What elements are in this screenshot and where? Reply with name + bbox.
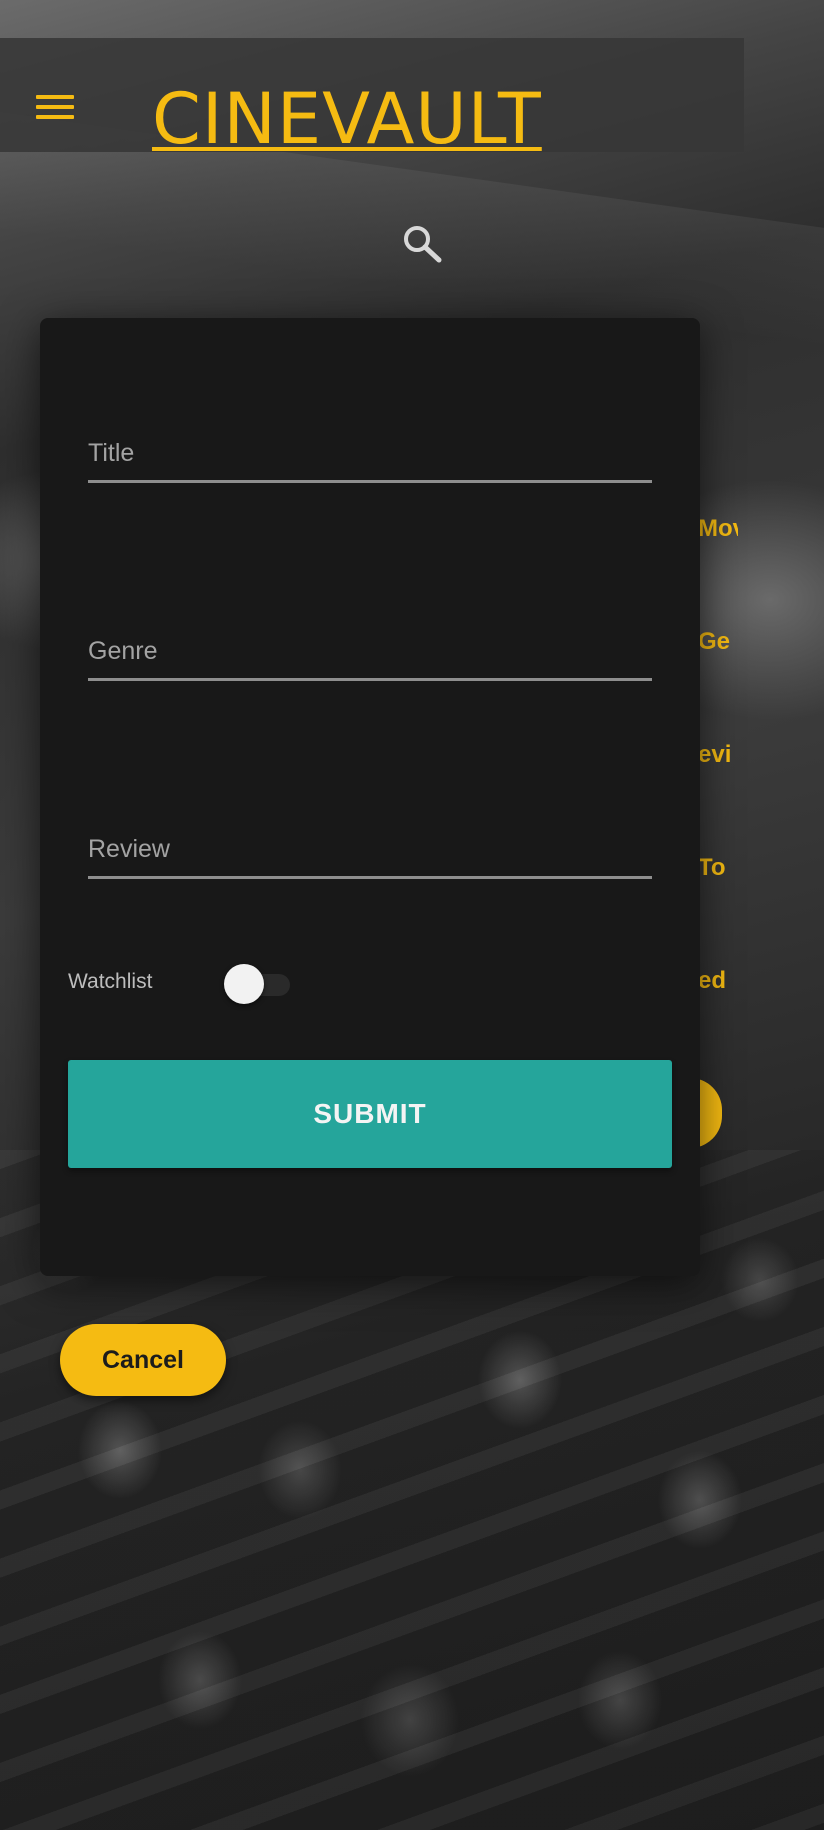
top-app-bar: CINEVAULT [0,38,744,160]
genre-field[interactable] [88,608,652,681]
title-field[interactable] [88,410,652,483]
add-movie-dialog: Watchlist SUBMIT [40,318,700,1276]
search-icon[interactable] [400,222,444,266]
review-field[interactable] [88,806,652,879]
side-nav-item-watched[interactable]: ed [698,967,738,995]
side-nav-item-top[interactable]: To [698,854,738,882]
submit-button[interactable]: SUBMIT [68,1060,672,1168]
watchlist-row: Watchlist [68,958,368,1008]
genre-input[interactable] [88,637,652,666]
title-input[interactable] [88,439,652,468]
watchlist-toggle[interactable] [224,964,296,1004]
toggle-knob [224,964,264,1004]
cancel-button[interactable]: Cancel [60,1324,226,1396]
side-nav-item-reviews[interactable]: evi [698,741,738,769]
review-input[interactable] [88,835,652,864]
watchlist-label: Watchlist [68,970,153,993]
side-nav-item-genre[interactable]: Ge [698,628,738,656]
brand-logo[interactable]: CINEVAULT [152,78,542,160]
side-nav-item-movies[interactable]: Mov [698,515,738,543]
hamburger-menu-icon[interactable] [36,83,84,131]
